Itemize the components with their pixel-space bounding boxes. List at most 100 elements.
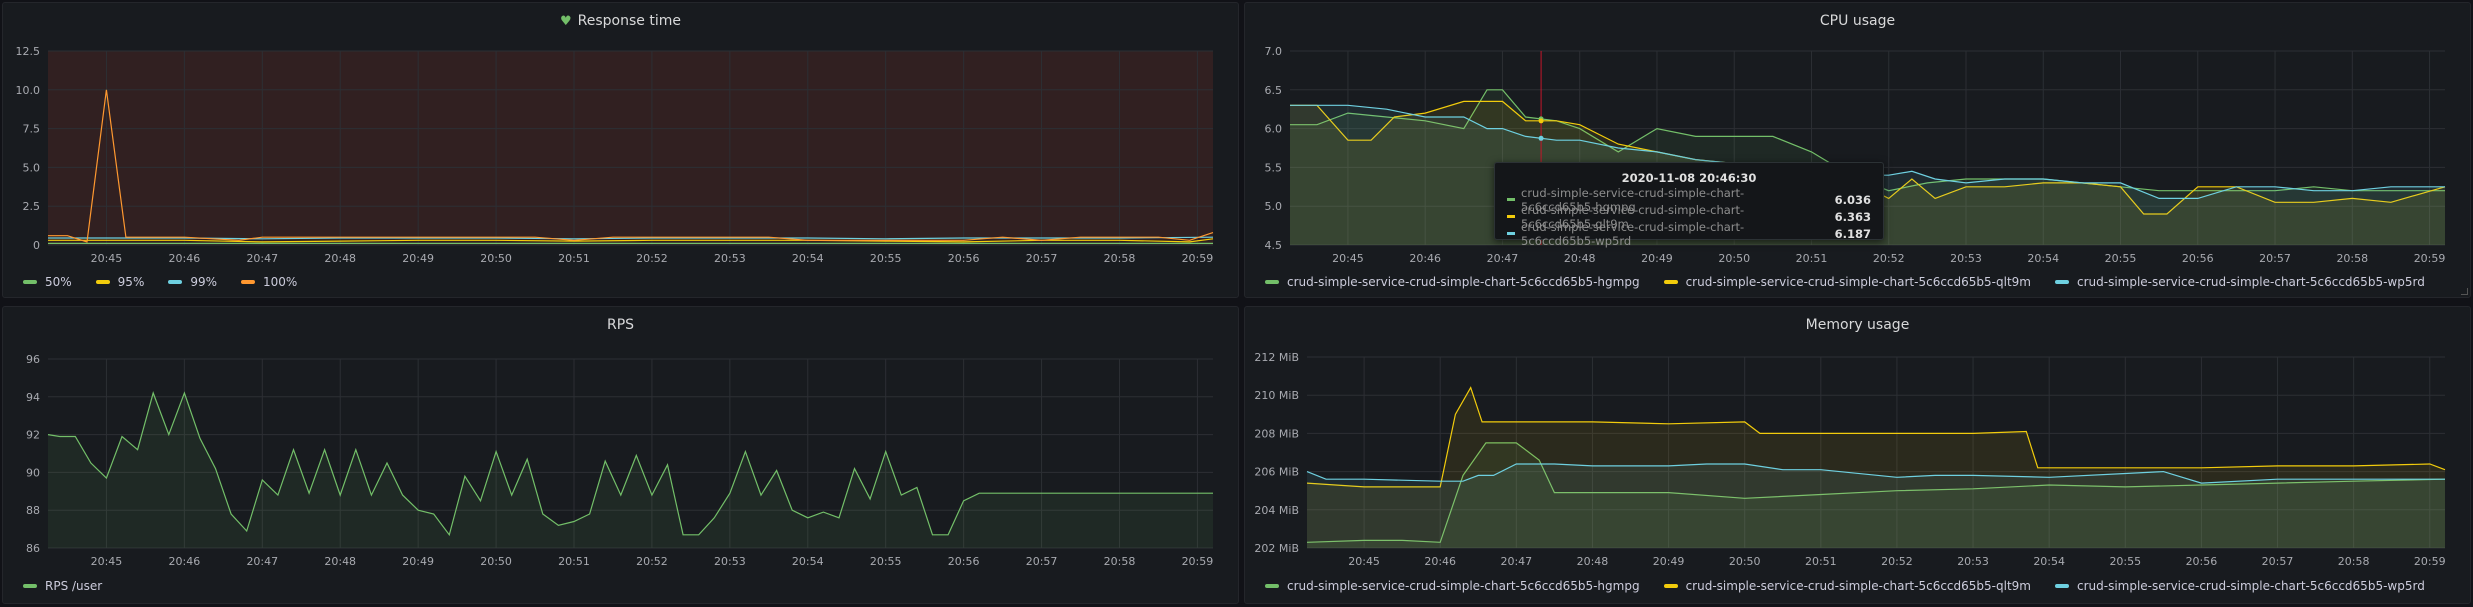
legend-label: 100% [263, 275, 298, 289]
x-tick-label: 20:54 [2033, 555, 2065, 568]
tooltip-value: 6.363 [1834, 209, 1871, 224]
tooltip-swatch [1507, 198, 1515, 201]
legend-label: crud-simple-service-crud-simple-chart-5c… [2076, 275, 2425, 289]
hover-point [1538, 135, 1544, 141]
y-tick-label: 212 MiB [1254, 351, 1299, 364]
x-tick-label: 20:53 [1957, 555, 1989, 568]
y-tick-label: 86 [26, 542, 40, 555]
x-tick-label: 20:49 [402, 252, 434, 265]
legend-swatch [1265, 280, 1279, 284]
y-tick-label: 5.5 [1265, 161, 1283, 174]
legend-swatch [2054, 280, 2069, 284]
x-tick-label: 20:57 [2259, 252, 2291, 265]
legend-swatch [168, 280, 183, 284]
x-tick-label: 20:59 [1182, 252, 1214, 265]
x-tick-label: 20:55 [2105, 252, 2137, 265]
legend-item[interactable]: 95% [95, 275, 145, 289]
legend-swatch [23, 280, 37, 284]
legend-swatch [95, 280, 110, 284]
x-tick-label: 20:48 [324, 555, 356, 568]
legend-swatch [2054, 584, 2069, 588]
y-tick-label: 6.0 [1265, 123, 1283, 136]
tooltip-swatch [1507, 232, 1515, 235]
y-tick-label: 92 [26, 429, 40, 442]
x-tick-label: 20:51 [1805, 555, 1837, 568]
legend-item[interactable]: crud-simple-service-crud-simple-chart-5c… [1265, 275, 1640, 289]
memory-usage-legend: crud-simple-service-crud-simple-chart-5c… [1265, 579, 2425, 593]
x-tick-label: 20:54 [2027, 252, 2059, 265]
x-tick-label: 20:57 [1026, 252, 1058, 265]
x-tick-label: 20:48 [1577, 555, 1609, 568]
legend-label: crud-simple-service-crud-simple-chart-5c… [1685, 579, 2031, 593]
x-tick-label: 20:48 [1564, 252, 1596, 265]
y-tick-label: 210 MiB [1254, 389, 1299, 402]
legend-item[interactable]: crud-simple-service-crud-simple-chart-5c… [2054, 275, 2425, 289]
x-tick-label: 20:57 [1026, 555, 1058, 568]
tooltip-time: 2020-11-08 20:46:30 [1621, 171, 1757, 185]
x-tick-label: 20:54 [792, 555, 824, 568]
x-tick-label: 20:53 [714, 555, 746, 568]
x-tick-label: 20:55 [870, 555, 902, 568]
rps-chart[interactable]: 86 88 90 92 94 96 20:45 20:46 20:47 20:48 20:49 20:… [3, 343, 1240, 593]
y-tick-label: 5.0 [1265, 200, 1283, 213]
panel-cpu-usage: CPU usage 4.5 5.0 5.5 6.0 6.5 7.0 20:45 20:46 20… [1244, 2, 2471, 298]
x-tick-label: 20:51 [558, 252, 590, 265]
rps-legend: RPS /user [23, 579, 102, 593]
legend-swatch [241, 280, 256, 284]
panel-memory-usage: Memory usage 202 MiB 204 MiB 206 MiB 208 Mi… [1244, 306, 2471, 604]
x-tick-label: 20:47 [1500, 555, 1532, 568]
cpu-usage-legend: crud-simple-service-crud-simple-chart-5c… [1265, 275, 2425, 289]
response-time-chart[interactable]: 0 2.5 5.0 7.5 10.0 12.5 20:45 20:46 20:47 20:48 20… [3, 39, 1240, 289]
legend-label: RPS /user [45, 579, 103, 593]
legend-item[interactable]: crud-simple-service-crud-simple-chart-5c… [2054, 579, 2425, 593]
response-time-legend: 50% 95% 99% 100% [23, 275, 297, 289]
panel-title[interactable]: ♥ Response time [3, 3, 1238, 39]
x-tick-label: 20:57 [2262, 555, 2294, 568]
y-tick-label: 208 MiB [1254, 427, 1299, 440]
legend-item[interactable]: 100% [241, 275, 297, 289]
heart-icon: ♥ [560, 14, 572, 29]
y-tick-label: 7.0 [1265, 45, 1283, 58]
legend-item[interactable]: crud-simple-service-crud-simple-chart-5c… [1663, 275, 2031, 289]
y-tick-label: 12.5 [16, 45, 41, 58]
x-tick-label: 20:55 [870, 252, 902, 265]
panel-title[interactable]: Memory usage [1245, 307, 2470, 343]
x-tick-label: 20:56 [2186, 555, 2218, 568]
x-tick-label: 20:52 [636, 252, 668, 265]
x-tick-label: 20:49 [1641, 252, 1673, 265]
threshold-region [48, 51, 1213, 245]
y-tick-label: 10.0 [16, 84, 41, 97]
x-tick-label: 20:58 [2336, 252, 2368, 265]
panel-rps: RPS 86 88 90 92 94 96 20:45 20:46 20:47 20:48 20:4… [2, 306, 1239, 604]
x-tick-label: 20:58 [1104, 555, 1136, 568]
y-tick-label: 96 [26, 353, 40, 366]
x-tick-label: 20:52 [636, 555, 668, 568]
x-tick-label: 20:47 [246, 555, 278, 568]
y-tick-label: 204 MiB [1254, 504, 1299, 517]
x-tick-label: 20:51 [558, 555, 590, 568]
x-tick-label: 20:59 [1182, 555, 1214, 568]
y-tick-label: 7.5 [23, 123, 41, 136]
x-tick-label: 20:56 [2182, 252, 2214, 265]
panel-response-time: ♥ Response time 0 2.5 5.0 7.5 10.0 12.5 20:45 20… [2, 2, 1239, 298]
x-tick-label: 20:58 [2338, 555, 2370, 568]
x-tick-label: 20:45 [1348, 555, 1380, 568]
legend-item[interactable]: crud-simple-service-crud-simple-chart-5c… [1663, 579, 2031, 593]
x-tick-label: 20:49 [402, 555, 434, 568]
x-tick-label: 20:52 [1881, 555, 1913, 568]
x-tick-label: 20:50 [1729, 555, 1761, 568]
tooltip-swatch [1507, 215, 1515, 218]
panel-title[interactable]: CPU usage [1245, 3, 2470, 39]
legend-item[interactable]: 50% [23, 275, 72, 289]
y-tick-label: 4.5 [1265, 239, 1283, 252]
y-tick-label: 6.5 [1265, 84, 1283, 97]
legend-label: 95% [117, 275, 145, 289]
legend-item[interactable]: RPS /user [23, 579, 102, 593]
resize-handle[interactable] [2461, 288, 2468, 295]
legend-label: 99% [190, 275, 218, 289]
panel-title[interactable]: RPS [3, 307, 1238, 343]
legend-item[interactable]: crud-simple-service-crud-simple-chart-5c… [1265, 579, 1640, 593]
memory-usage-chart[interactable]: 202 MiB 204 MiB 206 MiB 208 MiB 210 MiB 212 M… [1245, 343, 2472, 593]
legend-item[interactable]: 99% [168, 275, 217, 289]
y-tick-label: 94 [26, 391, 40, 404]
